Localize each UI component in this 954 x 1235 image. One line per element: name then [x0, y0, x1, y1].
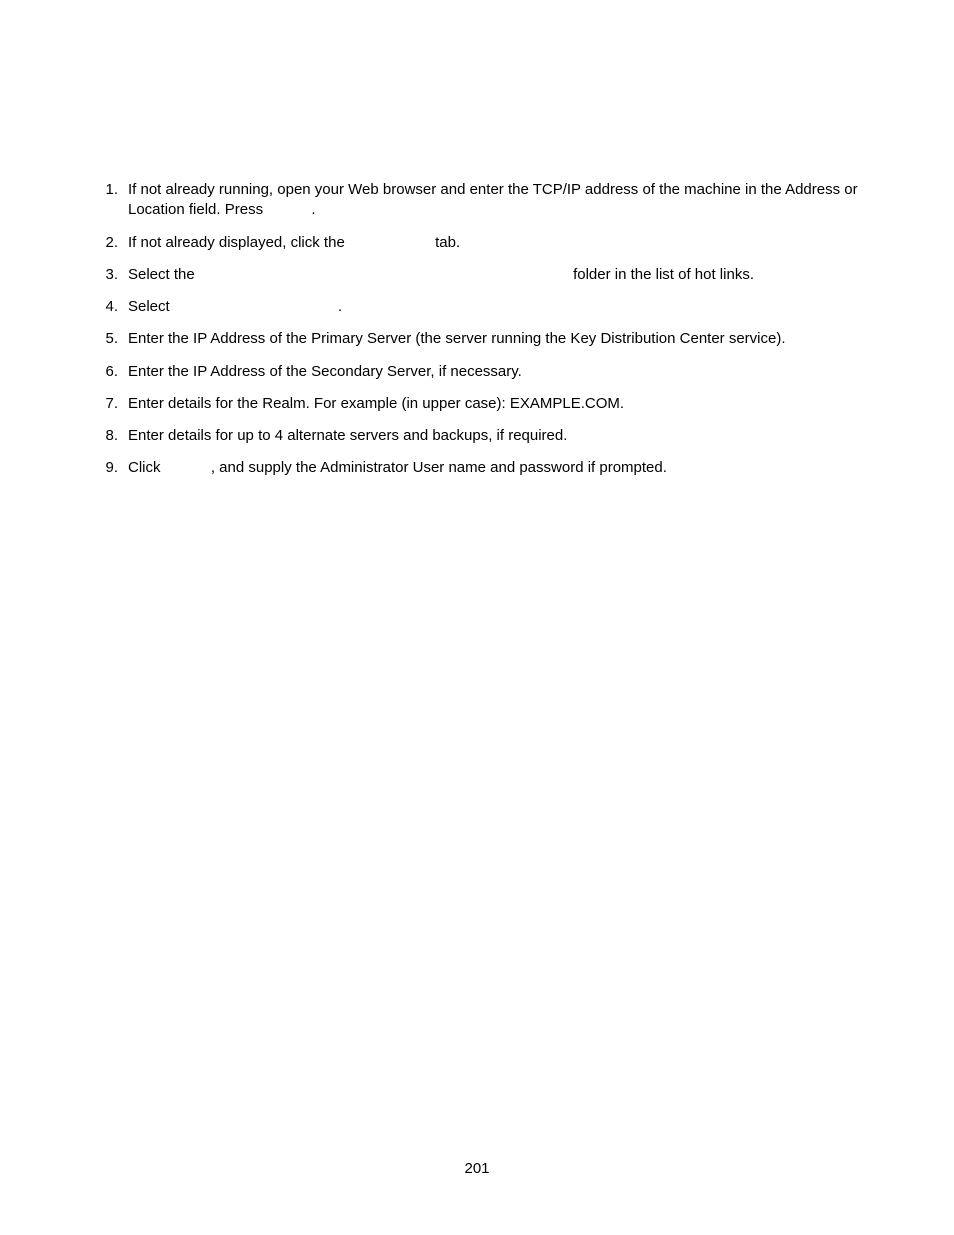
step-body: Click , and supply the Administrator Use…: [128, 458, 864, 478]
step-number: 2.: [90, 233, 128, 253]
step-body: Enter the IP Address of the Primary Serv…: [128, 329, 864, 349]
step-text-a: Select: [128, 298, 170, 315]
step-text-b: .: [338, 298, 342, 315]
instruction-list: 1. If not already running, open your Web…: [90, 180, 864, 479]
page: 1. If not already running, open your Web…: [0, 0, 954, 1235]
step-number: 7.: [90, 394, 128, 414]
step-number: 4.: [90, 297, 128, 317]
step-text-a: Click: [128, 459, 161, 476]
step-body: Select the folder in the list of hot lin…: [128, 265, 864, 285]
list-item: 4. Select .: [90, 297, 864, 317]
step-text-b: .: [311, 201, 315, 218]
list-item: 8. Enter details for up to 4 alternate s…: [90, 426, 864, 446]
page-number: 201: [0, 1159, 954, 1179]
step-text-a: If not already running, open your Web br…: [128, 181, 858, 218]
step-text-a: Enter details for the Realm. For example…: [128, 395, 624, 412]
step-body: Enter the IP Address of the Secondary Se…: [128, 362, 864, 382]
step-text-b: tab.: [435, 234, 460, 251]
step-number: 5.: [90, 329, 128, 349]
list-item: 3. Select the folder in the list of hot …: [90, 265, 864, 285]
step-text-b: , and supply the Administrator User name…: [211, 459, 667, 476]
step-number: 8.: [90, 426, 128, 446]
step-text-a: If not already displayed, click the: [128, 234, 345, 251]
step-body: Select .: [128, 297, 864, 317]
step-body: Enter details for the Realm. For example…: [128, 394, 864, 414]
step-text-a: Enter the IP Address of the Secondary Se…: [128, 363, 522, 380]
step-text-a: Select the: [128, 266, 195, 283]
step-body: If not already displayed, click the tab.: [128, 233, 864, 253]
list-item: 7. Enter details for the Realm. For exam…: [90, 394, 864, 414]
step-text-b: folder in the list of hot links.: [573, 266, 754, 283]
step-body: If not already running, open your Web br…: [128, 180, 864, 221]
step-number: 9.: [90, 458, 128, 478]
step-number: 1.: [90, 180, 128, 200]
list-item: 6. Enter the IP Address of the Secondary…: [90, 362, 864, 382]
list-item: 9. Click , and supply the Administrator …: [90, 458, 864, 478]
list-item: 1. If not already running, open your Web…: [90, 180, 864, 221]
list-item: 5. Enter the IP Address of the Primary S…: [90, 329, 864, 349]
step-body: Enter details for up to 4 alternate serv…: [128, 426, 864, 446]
step-number: 6.: [90, 362, 128, 382]
step-text-a: Enter the IP Address of the Primary Serv…: [128, 330, 786, 347]
list-item: 2. If not already displayed, click the t…: [90, 233, 864, 253]
step-text-a: Enter details for up to 4 alternate serv…: [128, 427, 567, 444]
step-number: 3.: [90, 265, 128, 285]
